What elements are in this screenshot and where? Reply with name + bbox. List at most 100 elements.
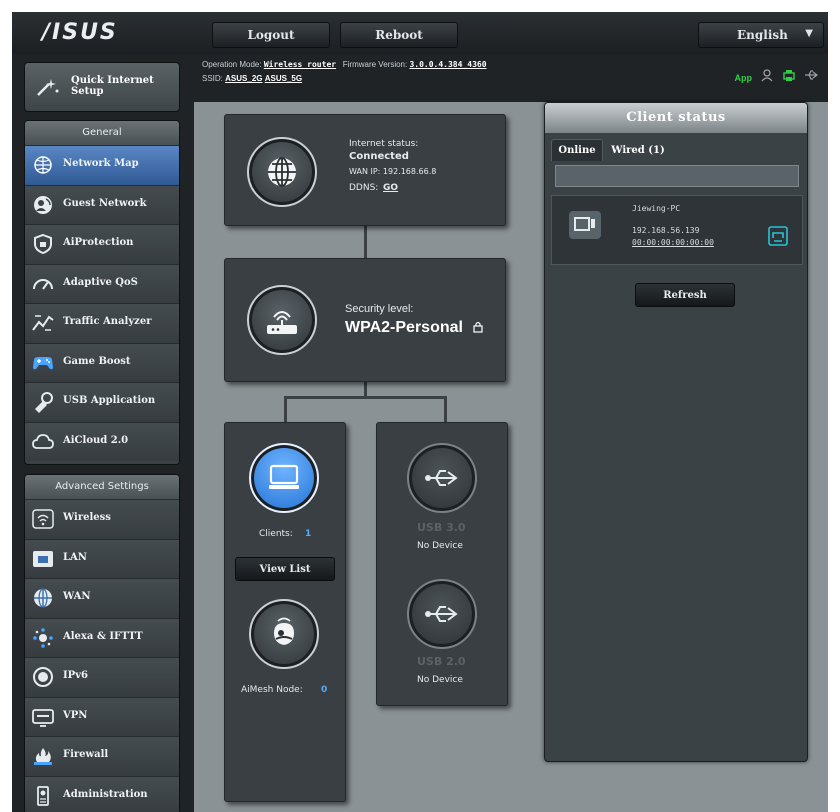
general-menu: General Network Map Guest Network AiProt… — [24, 120, 180, 465]
logout-button[interactable]: Logout — [212, 22, 330, 48]
lock-icon — [473, 320, 483, 338]
sidebar-item-aiprotection[interactable]: AiProtection — [25, 224, 179, 264]
sidebar-item-lan[interactable]: LAN — [25, 538, 179, 578]
operation-mode-label: Operation Mode: — [202, 60, 262, 69]
ddns-label: DDNS: — [349, 183, 379, 193]
sidebar-item-network-map[interactable]: Network Map — [25, 145, 179, 185]
connector-line — [284, 396, 287, 422]
sidebar-item-label: Firewall — [63, 749, 109, 760]
usb-status-icon[interactable] — [804, 68, 818, 87]
ssid-5g-link[interactable]: ASUS_5G — [265, 74, 302, 83]
wan-ip: WAN IP: 192.168.66.8 — [349, 167, 437, 176]
router-icon[interactable] — [247, 285, 317, 355]
sidebar-item-vpn[interactable]: VPN — [25, 696, 179, 736]
client-status-panel: Client status Online Wired (1) Jiewing-P… — [544, 102, 808, 762]
printer-icon[interactable] — [782, 68, 796, 87]
advanced-header: Advanced Settings — [25, 475, 179, 499]
ssid-label: SSID: — [202, 74, 223, 83]
sidebar-item-adaptive-qos[interactable]: Adaptive QoS — [25, 263, 179, 303]
router-admin-window: /ISUS Logout Reboot English ▼ Operation … — [12, 12, 828, 812]
chevron-down-icon: ▼ — [805, 28, 813, 39]
sidebar-item-alexa-ifttt[interactable]: Alexa & IFTTT — [25, 617, 179, 657]
sidebar-item-label: Alexa & IFTTT — [63, 630, 143, 642]
general-header: General — [25, 121, 179, 145]
operation-mode-link[interactable]: Wireless router — [264, 60, 336, 69]
security-level-value[interactable]: WPA2-Personal — [345, 319, 463, 337]
sidebar-item-ipv6[interactable]: IPv6 — [25, 657, 179, 697]
reboot-button[interactable]: Reboot — [340, 22, 458, 48]
client-ip: 192.168.56.139 — [632, 226, 700, 235]
cloud-icon — [31, 431, 55, 453]
sidebar-item-label: Game Boost — [63, 355, 131, 367]
sidebar-item-label: AiCloud 2.0 — [63, 434, 129, 446]
firewall-icon — [31, 745, 55, 767]
ipv6-icon — [31, 666, 55, 688]
client-device-icon — [568, 210, 602, 245]
client-list-item[interactable]: Jiewing-PC 192.168.56.139 00:00:00:00:00… — [551, 195, 803, 265]
sidebar-item-label: AiProtection — [63, 237, 134, 248]
app-label[interactable]: App — [735, 73, 753, 83]
gamepad-icon — [31, 352, 55, 374]
sidebar-item-label: Network Map — [63, 158, 139, 169]
sidebar-item-guest-network[interactable]: Guest Network — [25, 184, 179, 224]
guest-network-icon — [31, 194, 55, 216]
wireless-icon — [31, 508, 55, 530]
internet-status-card[interactable]: Internet status: Connected WAN IP: 192.1… — [224, 114, 506, 226]
sidebar-item-label: Guest Network — [63, 197, 147, 209]
globe-icon[interactable] — [247, 137, 317, 207]
wizard-icon — [35, 77, 61, 104]
connector-line — [444, 396, 447, 422]
top-bar: /ISUS Logout Reboot English ▼ — [12, 12, 828, 54]
client-mac-link[interactable]: 00:00:00:00:00:00 — [632, 238, 714, 247]
sidebar-item-wireless[interactable]: Wireless — [25, 499, 179, 539]
sidebar-item-label: IPv6 — [63, 670, 88, 681]
client-search-input[interactable] — [555, 165, 799, 187]
administration-icon — [31, 785, 55, 807]
lan-icon — [31, 548, 55, 570]
client-status-title: Client status — [545, 103, 807, 133]
usb-icon[interactable] — [407, 443, 477, 513]
aimesh-icon[interactable] — [249, 599, 319, 669]
speedometer-icon — [31, 273, 55, 295]
network-map-icon — [31, 154, 55, 176]
advanced-settings-menu: Advanced Settings Wireless LAN WAN Alexa… — [24, 474, 180, 812]
aimesh-count[interactable]: 0 — [321, 685, 327, 695]
refresh-button[interactable]: Refresh — [635, 283, 735, 307]
sidebar-item-wan[interactable]: WAN — [25, 578, 179, 618]
sidebar-item-game-boost[interactable]: Game Boost — [25, 342, 179, 382]
ssid-2g-link[interactable]: ASUS_2G — [225, 74, 262, 83]
sidebar-item-administration[interactable]: Administration — [25, 775, 179, 812]
sidebar-item-label: Traffic Analyzer — [63, 316, 152, 327]
language-select[interactable]: English ▼ — [698, 22, 824, 48]
firmware-link[interactable]: 3.0.0.4.384_4360 — [409, 60, 486, 69]
sidebar-item-aicloud[interactable]: AiCloud 2.0 — [25, 421, 179, 461]
sidebar-item-usb-application[interactable]: USB Application — [25, 382, 179, 422]
usb-application-icon — [31, 391, 55, 413]
tab-wired[interactable]: Wired (1) — [607, 139, 669, 161]
traffic-analyzer-icon — [31, 312, 55, 334]
clients-count[interactable]: 1 — [305, 529, 311, 539]
router-security-card[interactable]: Security level: WPA2-Personal — [224, 258, 506, 382]
computer-icon[interactable] — [249, 443, 319, 513]
system-info-line: Operation Mode: Wireless router Firmware… — [202, 60, 487, 69]
sidebar-item-traffic-analyzer[interactable]: Traffic Analyzer — [25, 303, 179, 343]
client-name: Jiewing-PC — [632, 204, 681, 213]
sidebar-item-label: USB Application — [63, 395, 156, 406]
usb1-label: USB 3.0 — [417, 521, 466, 534]
asus-logo[interactable]: /ISUS — [42, 20, 118, 45]
clients-label: Clients: — [259, 529, 293, 539]
firmware-label: Firmware Version: — [342, 60, 408, 69]
shield-icon — [31, 233, 55, 255]
connector-line — [284, 396, 446, 399]
usb-icon[interactable] — [407, 579, 477, 649]
alexa-icon — [31, 627, 55, 649]
sidebar-item-label: Adaptive QoS — [63, 276, 138, 288]
connection-type-icon[interactable] — [768, 226, 788, 251]
quick-internet-setup-button[interactable]: Quick Internet Setup — [24, 62, 180, 112]
view-list-button[interactable]: View List — [235, 557, 335, 581]
usb2-label: USB 2.0 — [417, 655, 466, 668]
ddns-go-link[interactable]: GO — [383, 183, 398, 193]
tab-online[interactable]: Online — [551, 139, 603, 161]
user-icon[interactable] — [760, 68, 774, 87]
sidebar-item-firewall[interactable]: Firewall — [25, 736, 179, 776]
